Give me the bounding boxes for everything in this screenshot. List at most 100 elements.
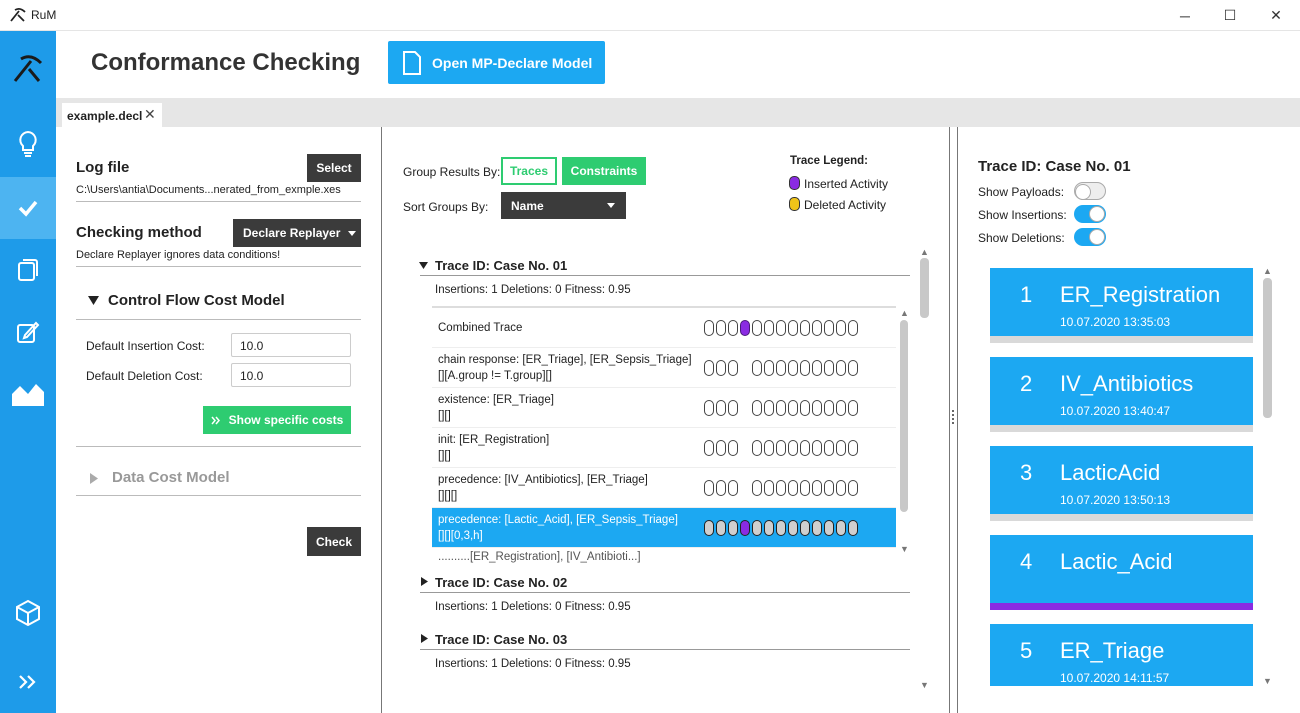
constraint-row[interactable]: precedence: [IV_Antibiotics], [ER_Triage…: [432, 468, 896, 508]
event-name: LacticAcid: [1060, 460, 1161, 485]
group-constraints-button[interactable]: Constraints: [562, 157, 646, 185]
scroll-up-icon[interactable]: ▲: [920, 247, 929, 257]
event-name: ER_Registration: [1060, 282, 1221, 307]
event-name: Lactic_Acid: [1060, 549, 1173, 574]
trace-boxes: [704, 520, 858, 536]
checking-method-heading: Checking method: [76, 224, 202, 241]
trace-title[interactable]: Trace ID: Case No. 03: [435, 632, 567, 647]
pickaxe-logo-icon: [13, 55, 43, 82]
show-insertions-label: Show Insertions:: [978, 208, 1067, 222]
event-card[interactable]: 5 ER_Triage 10.07.2020 14:11:57: [990, 624, 1253, 686]
event-name: ER_Triage: [1060, 638, 1165, 663]
rows-scrollbar[interactable]: [900, 320, 908, 512]
split-divider[interactable]: [950, 127, 958, 713]
grip-icon: [952, 410, 954, 424]
show-deletions-toggle[interactable]: [1074, 228, 1106, 246]
legend-inserted-label: Inserted Activity: [804, 177, 889, 191]
divider: [76, 446, 361, 447]
rum-logo-icon: [10, 7, 26, 22]
show-specific-costs-label: Show specific costs: [228, 413, 344, 427]
row-label: ..........[ER_Registration], [IV_Antibio…: [438, 551, 641, 563]
event-name: IV_Antibiotics: [1060, 371, 1194, 396]
event-number: 5: [1020, 638, 1033, 663]
scroll-down-icon[interactable]: ▼: [1263, 676, 1272, 686]
divider: [420, 275, 910, 276]
maximize-button[interactable]: ☐: [1207, 0, 1253, 31]
constraint-row[interactable]: init: [ER_Registration] [][]: [432, 428, 896, 468]
sidebar-home-button[interactable]: [0, 38, 56, 100]
divider: [76, 201, 361, 202]
event-card[interactable]: 2 IV_Antibiotics 10.07.2020 13:40:47: [990, 357, 1253, 432]
event-inserted-bar: [990, 603, 1253, 610]
expand-triangle-icon[interactable]: [421, 577, 428, 586]
show-specific-costs-button[interactable]: Show specific costs: [203, 406, 351, 434]
tab-close-icon[interactable]: ✕: [144, 106, 156, 123]
trace-title[interactable]: Trace ID: Case No. 01: [435, 258, 567, 273]
event-number: 2: [1020, 371, 1033, 396]
expand-triangle-icon[interactable]: [90, 473, 98, 484]
trace-title[interactable]: Trace ID: Case No. 02: [435, 575, 567, 590]
event-status-bar: [990, 425, 1253, 432]
open-model-button[interactable]: Open MP-Declare Model: [388, 41, 605, 84]
results-scrollbar[interactable]: [920, 258, 929, 318]
checking-method-dropdown[interactable]: Declare Replayer: [233, 219, 361, 247]
log-file-heading: Log file: [76, 159, 130, 176]
open-model-label: Open MP-Declare Model: [432, 54, 593, 71]
sort-by-dropdown[interactable]: Name: [501, 192, 626, 219]
minimize-button[interactable]: ─: [1162, 0, 1208, 31]
event-card-inserted[interactable]: 4 Lactic_Acid: [990, 535, 1253, 610]
constraint-row[interactable]: existence: [ER_Triage] [][]: [432, 388, 896, 428]
sidebar-item-package[interactable]: [0, 582, 56, 644]
scroll-down-icon[interactable]: ▼: [900, 544, 909, 554]
scroll-up-icon[interactable]: ▲: [900, 308, 909, 318]
trace-boxes: [704, 320, 858, 336]
double-chevron-right-icon: [19, 675, 36, 689]
copy-icon: [18, 259, 38, 281]
events-scrollbar[interactable]: [1263, 278, 1272, 418]
group-traces-button[interactable]: Traces: [501, 157, 557, 185]
sidebar-item-conformance[interactable]: [0, 177, 56, 239]
tab-example-decl[interactable]: example.decl ✕: [62, 103, 162, 127]
area-chart-icon: [12, 384, 44, 406]
scroll-up-icon[interactable]: ▲: [1263, 266, 1272, 276]
sidebar-item-pages[interactable]: [0, 239, 56, 301]
insertion-cost-input[interactable]: 10.0: [231, 333, 351, 357]
trace-boxes: [704, 480, 858, 496]
close-window-button[interactable]: ✕: [1253, 0, 1299, 31]
legend-deleted-label: Deleted Activity: [804, 198, 887, 212]
sidebar-item-discovery[interactable]: [0, 113, 56, 175]
trace-boxes: [704, 400, 858, 416]
event-status-bar: [990, 514, 1253, 521]
row-label: existence: [ER_Triage]: [438, 394, 554, 406]
collapse-triangle-icon[interactable]: [88, 296, 99, 305]
event-card[interactable]: 3 LacticAcid 10.07.2020 13:50:13: [990, 446, 1253, 521]
deletion-cost-input[interactable]: 10.0: [231, 363, 351, 387]
constraint-row-selected[interactable]: precedence: [Lactic_Acid], [ER_Sepsis_Tr…: [432, 508, 896, 548]
sidebar-expand-button[interactable]: [0, 651, 56, 713]
event-time: 10.07.2020 13:50:13: [1060, 493, 1171, 507]
sidebar-item-editor[interactable]: [0, 301, 56, 363]
trace-boxes: [704, 360, 858, 376]
divider: [76, 495, 361, 496]
check-button[interactable]: Check: [307, 527, 361, 556]
divider: [76, 319, 361, 320]
event-card[interactable]: 1 ER_Registration 10.07.2020 13:35:03: [990, 268, 1253, 343]
show-insertions-toggle[interactable]: [1074, 205, 1106, 223]
control-flow-cost-heading: Control Flow Cost Model: [108, 292, 285, 309]
trace-stats: Insertions: 1 Deletions: 0 Fitness: 0.95: [435, 658, 631, 670]
divider: [76, 266, 361, 267]
deletion-cost-label: Default Deletion Cost:: [86, 369, 203, 383]
select-log-button[interactable]: Select: [307, 154, 361, 182]
method-note: Declare Replayer ignores data conditions…: [76, 249, 281, 261]
constraint-row[interactable]: Combined Trace: [432, 308, 896, 348]
expand-triangle-icon[interactable]: [421, 634, 428, 643]
sidebar-item-statistics[interactable]: [0, 363, 56, 425]
row-label: precedence: [IV_Antibiotics], [ER_Triage…: [438, 474, 648, 486]
event-number: 3: [1020, 460, 1033, 485]
scroll-down-icon[interactable]: ▼: [920, 680, 929, 690]
show-payloads-toggle[interactable]: [1074, 182, 1106, 200]
trace-boxes: [704, 440, 858, 456]
collapse-triangle-icon[interactable]: [419, 262, 428, 269]
show-deletions-label: Show Deletions:: [978, 231, 1065, 245]
constraint-row[interactable]: chain response: [ER_Triage], [ER_Sepsis_…: [432, 348, 896, 388]
